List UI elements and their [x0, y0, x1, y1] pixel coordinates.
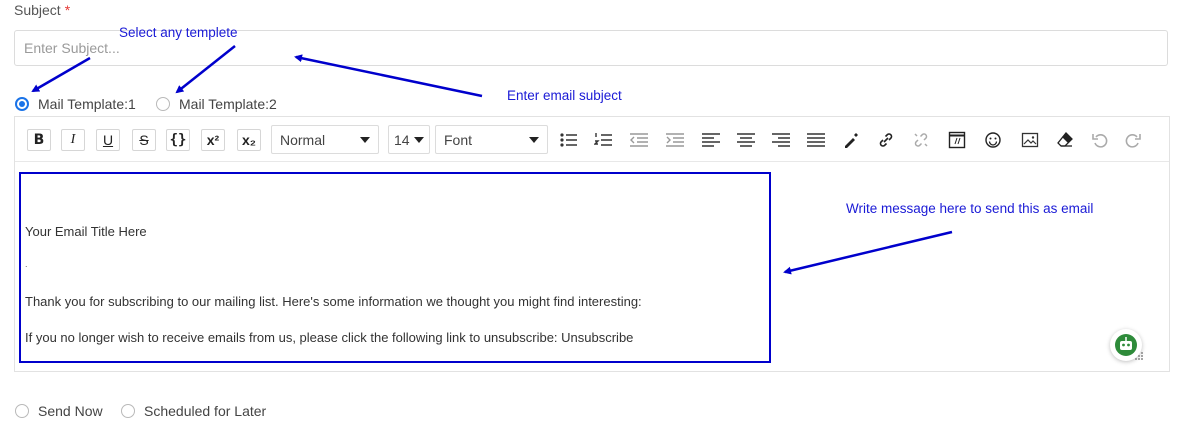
- code-block-icon[interactable]: [945, 129, 969, 151]
- message-highlight-box: [19, 172, 771, 363]
- radio-unchecked-icon[interactable]: [15, 404, 29, 418]
- code-button[interactable]: {}: [166, 129, 190, 151]
- unlink-icon[interactable]: [909, 129, 933, 151]
- font-family-value: Font: [444, 131, 473, 148]
- font-size-value: 14: [394, 131, 410, 148]
- heading-select-value: Normal: [280, 131, 326, 148]
- italic-button[interactable]: I: [61, 129, 85, 151]
- annotation-write-message: Write message here to send this as email: [846, 201, 1094, 216]
- indent-increase-icon[interactable]: [663, 129, 687, 151]
- heading-select[interactable]: Normal: [271, 125, 379, 154]
- subject-label-text: Subject: [14, 2, 61, 18]
- indent-decrease-icon[interactable]: [627, 129, 651, 151]
- undo-icon[interactable]: [1088, 129, 1112, 151]
- resize-grip-icon[interactable]: [1134, 351, 1144, 361]
- superscript-button[interactable]: x²: [201, 129, 225, 151]
- numbered-list-icon[interactable]: [592, 129, 616, 151]
- eraser-icon[interactable]: [1053, 129, 1077, 151]
- text-color-icon[interactable]: [839, 129, 863, 151]
- chevron-down-icon: [529, 136, 539, 143]
- font-family-select[interactable]: Font: [435, 125, 548, 154]
- align-center-icon[interactable]: [734, 129, 758, 151]
- schedule-later-radio[interactable]: Scheduled for Later: [121, 403, 266, 419]
- redo-icon[interactable]: [1121, 129, 1145, 151]
- subject-label: Subject *: [14, 2, 70, 18]
- chevron-down-icon: [360, 136, 370, 143]
- image-icon[interactable]: [1018, 129, 1042, 151]
- underline-button[interactable]: U: [96, 129, 120, 151]
- schedule-later-label: Scheduled for Later: [144, 403, 267, 419]
- emoji-icon[interactable]: [981, 129, 1005, 151]
- template-1-label: Mail Template:1: [38, 96, 136, 112]
- editor-toolbar: B I U S {} x² x₂ Normal 14 Font: [15, 117, 1169, 162]
- bullet-list-icon[interactable]: [557, 129, 581, 151]
- subscript-button[interactable]: x₂: [237, 129, 261, 151]
- chevron-down-icon: [414, 136, 424, 143]
- required-mark: *: [64, 2, 71, 18]
- link-icon[interactable]: [874, 129, 898, 151]
- align-left-icon[interactable]: [699, 129, 723, 151]
- bold-button[interactable]: B: [27, 129, 51, 151]
- annotation-enter-subject: Enter email subject: [507, 88, 622, 103]
- align-right-icon[interactable]: [769, 129, 793, 151]
- strikethrough-button[interactable]: S: [132, 129, 156, 151]
- align-justify-icon[interactable]: [804, 129, 828, 151]
- radio-unchecked-icon[interactable]: [121, 404, 135, 418]
- template-2-label: Mail Template:2: [179, 96, 277, 112]
- template-1-radio[interactable]: Mail Template:1: [15, 96, 136, 112]
- radio-unchecked-icon[interactable]: [156, 97, 170, 111]
- font-size-select[interactable]: 14: [388, 125, 430, 154]
- template-2-radio[interactable]: Mail Template:2: [156, 96, 277, 112]
- send-now-label: Send Now: [38, 403, 103, 419]
- send-now-radio[interactable]: Send Now: [15, 403, 103, 419]
- radio-checked-icon[interactable]: [15, 97, 29, 111]
- annotation-select-template: Select any templete: [119, 25, 238, 40]
